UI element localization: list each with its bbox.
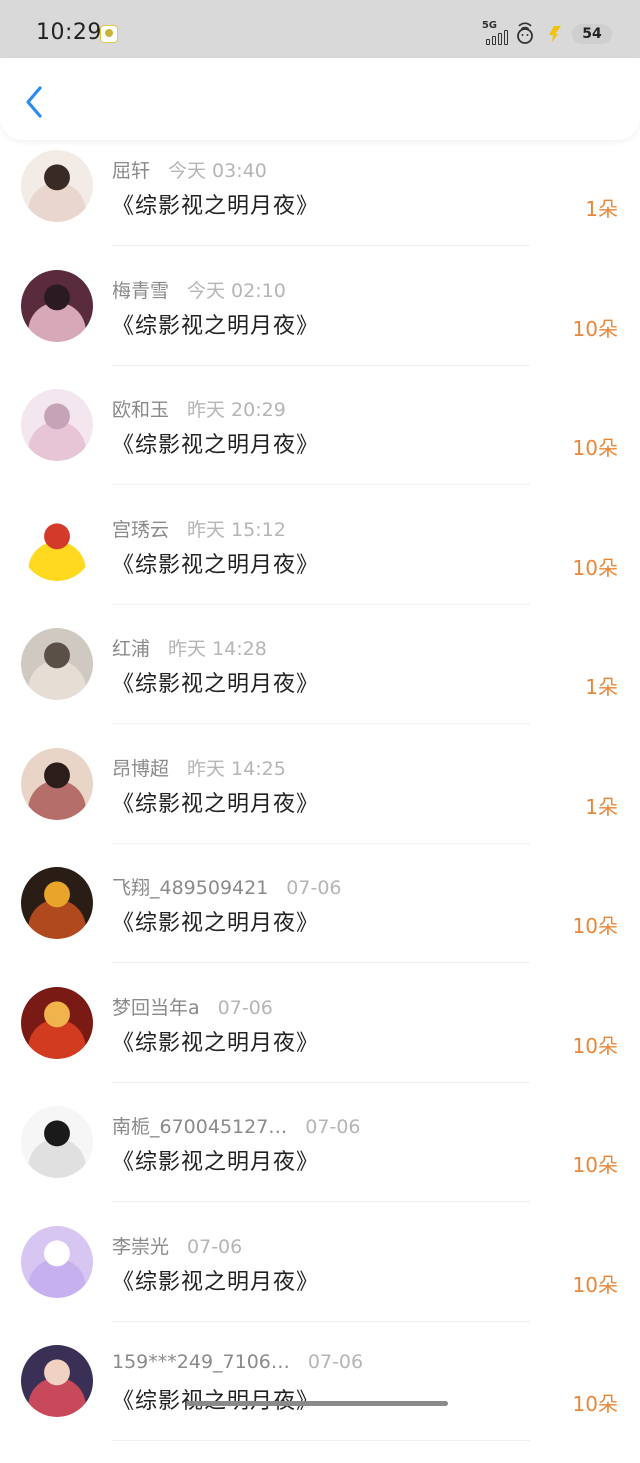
hotspot-icon: [517, 22, 533, 44]
user-info: 梅青雪 今天 02:10: [112, 276, 286, 303]
user-info: 宫琇云 昨天 15:12: [112, 515, 286, 542]
list-item[interactable]: 南栀_670045127… 07-06 《综影视之明月夜》 10朵: [0, 1104, 640, 1224]
user-name[interactable]: 飞翔_489509421: [112, 877, 268, 899]
user-info: 屈轩 今天 03:40: [112, 156, 267, 183]
gift-amount: 1朵: [585, 675, 618, 699]
divider: [112, 1201, 530, 1202]
flash-charge-icon: [549, 26, 561, 42]
divider: [112, 1440, 530, 1441]
timestamp: 昨天 14:25: [187, 757, 286, 780]
book-title: 《综影视之明月夜》: [112, 1030, 320, 1056]
divider: [112, 1320, 530, 1322]
user-name[interactable]: 梦回当年a: [112, 997, 200, 1019]
gift-amount: 10朵: [572, 1033, 618, 1058]
signal-icon: [486, 30, 508, 45]
book-title: 《综影视之明月夜》: [112, 1150, 320, 1175]
divider: [112, 603, 530, 605]
divider: [112, 723, 530, 724]
timestamp: 昨天 14:28: [168, 638, 267, 660]
user-name[interactable]: 宫琇云: [112, 519, 169, 541]
user-name[interactable]: 梅青雪: [112, 280, 169, 302]
book-title: 《综影视之明月夜》: [112, 672, 320, 697]
book-title: 《综影视之明月夜》: [112, 1269, 320, 1295]
divider: [112, 962, 530, 963]
gift-amount: 1朵: [585, 794, 618, 819]
user-name[interactable]: 屈轩: [112, 160, 150, 182]
avatar[interactable]: [21, 986, 93, 1059]
timestamp: 昨天 20:29: [187, 399, 286, 421]
user-info: 昂博超 昨天 14:25: [112, 754, 286, 781]
book-title: 《综影视之明月夜》: [112, 791, 320, 817]
divider: [112, 484, 530, 485]
gift-amount: 10朵: [572, 914, 618, 938]
user-info: 159***249_7106… 07-06: [112, 1351, 363, 1373]
status-bar: 10:29 5G 54: [0, 0, 640, 66]
nav-bar: [0, 58, 640, 140]
book-title: 《综影视之明月夜》: [112, 1383, 319, 1415]
timestamp: 07-06: [305, 1116, 361, 1138]
user-name[interactable]: 红浦: [112, 638, 150, 660]
avatar[interactable]: [21, 747, 93, 820]
chevron-left-icon: [26, 86, 42, 118]
timestamp: 今天 03:40: [168, 160, 267, 182]
app-notification-icon: [100, 25, 118, 43]
divider: [112, 1081, 530, 1083]
gift-amount: 1朵: [585, 197, 618, 221]
avatar[interactable]: [21, 508, 93, 581]
avatar[interactable]: [21, 389, 93, 461]
list-item[interactable]: 欧和玉 昨天 20:29 《综影视之明月夜》 10朵: [0, 387, 640, 507]
list-item[interactable]: 飞翔_489509421 07-06 《综影视之明月夜》 10朵: [0, 865, 640, 985]
gift-amount: 10朵: [572, 316, 618, 341]
avatar[interactable]: [21, 1106, 93, 1178]
gift-record-list: 屈轩 今天 03:40 《综影视之明月夜》 1朵 梅青雪 今天 02:10 《综影视之明月夜…: [0, 148, 640, 1463]
user-name[interactable]: 南栀_670045127…: [112, 1116, 287, 1138]
timestamp: 07-06: [286, 877, 342, 899]
book-title: 《综影视之明月夜》: [112, 194, 320, 219]
gift-amount: 10朵: [572, 1153, 618, 1177]
user-info: 欧和玉 昨天 20:29: [112, 395, 286, 422]
timestamp: 昨天 15:12: [187, 518, 286, 541]
gift-amount: 10朵: [572, 1392, 618, 1416]
list-item[interactable]: 宫琇云 昨天 15:12 《综影视之明月夜》 10朵: [0, 507, 640, 627]
list-item[interactable]: 昂博超 昨天 14:25 《综影视之明月夜》 1朵: [0, 746, 640, 866]
timestamp: 今天 02:10: [187, 279, 286, 302]
status-time: 10:29: [36, 20, 102, 45]
book-title: 《综影视之明月夜》: [112, 552, 320, 578]
user-name[interactable]: 昂博超: [112, 758, 169, 780]
gift-amount: 10朵: [572, 555, 618, 580]
book-title: 《综影视之明月夜》: [112, 313, 320, 339]
user-info: 红浦 昨天 14:28: [112, 634, 267, 661]
list-item[interactable]: 梦回当年a 07-06 《综影视之明月夜》 10朵: [0, 985, 640, 1105]
list-item[interactable]: 李崇光 07-06 《综影视之明月夜》 10朵: [0, 1224, 640, 1344]
gift-amount: 10朵: [572, 436, 618, 460]
list-item[interactable]: 屈轩 今天 03:40 《综影视之明月夜》 1朵: [0, 148, 640, 268]
user-name[interactable]: 欧和玉: [112, 399, 169, 421]
divider: [112, 842, 530, 844]
avatar[interactable]: [21, 150, 93, 222]
back-button[interactable]: [18, 82, 50, 122]
book-title: 《综影视之明月夜》: [112, 911, 320, 936]
list-item[interactable]: 红浦 昨天 14:28 《综影视之明月夜》 1朵: [0, 626, 640, 746]
timestamp: 07-06: [187, 1235, 243, 1258]
user-info: 南栀_670045127… 07-06: [112, 1112, 361, 1139]
user-info: 梦回当年a 07-06: [112, 993, 273, 1020]
list-item[interactable]: 梅青雪 今天 02:10 《综影视之明月夜》 10朵: [0, 268, 640, 388]
user-name[interactable]: 李崇光: [112, 1236, 169, 1258]
divider: [112, 364, 530, 366]
avatar[interactable]: [21, 1225, 93, 1298]
avatar[interactable]: [21, 628, 93, 700]
timestamp: 07-06: [307, 1351, 364, 1373]
home-indicator[interactable]: [186, 1401, 448, 1406]
timestamp: 07-06: [217, 996, 273, 1019]
user-info: 李崇光 07-06: [112, 1232, 242, 1259]
gift-amount: 10朵: [572, 1272, 618, 1297]
avatar[interactable]: [21, 867, 93, 939]
user-name[interactable]: 159***249_7106…: [112, 1351, 290, 1373]
divider: [112, 245, 530, 246]
avatar[interactable]: [21, 1345, 93, 1417]
battery-icon: 54: [572, 24, 612, 44]
user-info: 飞翔_489509421 07-06: [112, 873, 342, 900]
avatar[interactable]: [21, 269, 93, 342]
book-title: 《综影视之明月夜》: [112, 433, 320, 458]
